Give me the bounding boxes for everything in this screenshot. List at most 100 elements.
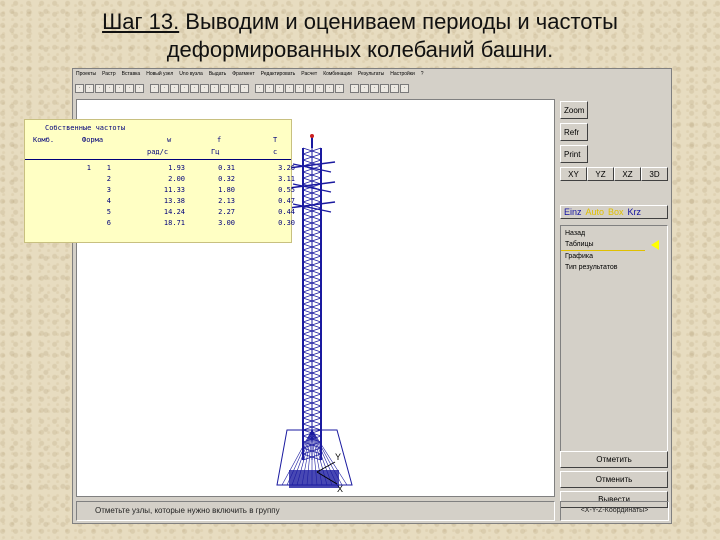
table-cell: 1 — [106, 164, 111, 172]
mode-tabs: Einz Auto Box Krz — [560, 205, 668, 219]
menu-item[interactable]: Настройки — [390, 71, 415, 77]
mode-krz[interactable]: Krz — [628, 207, 642, 217]
unit-w: рад/с — [147, 148, 169, 156]
lock-icon[interactable]: · — [350, 83, 359, 93]
select-icon[interactable]: · — [295, 83, 304, 93]
zoom-button[interactable]: Zoom — [560, 101, 588, 119]
menu-back[interactable]: Назад — [561, 228, 667, 239]
table-cell: 18.71 — [163, 219, 185, 227]
paste-icon[interactable]: · — [135, 83, 144, 93]
menu-item[interactable]: Результаты — [358, 71, 384, 77]
table-cell: 1.93 — [168, 164, 185, 172]
mode-auto[interactable]: Auto — [586, 207, 605, 217]
table-cell: 2.00 — [168, 175, 185, 183]
rotate-icon[interactable]: · — [285, 83, 294, 93]
result-menu: Назад Таблицы Графика Тип результатов — [560, 225, 668, 465]
material-icon[interactable]: · — [230, 83, 239, 93]
plate-icon[interactable]: · — [180, 83, 189, 93]
view-icon[interactable]: · — [325, 83, 334, 93]
table-cell: 14.24 — [163, 208, 185, 216]
table-row: 5 14.24 2.27 0.44 — [25, 207, 295, 217]
frequency-table: Собственные частоты Комб. Форма w f T ра… — [24, 119, 295, 243]
open-icon[interactable]: · — [85, 83, 94, 93]
table-cell: 5 — [106, 208, 111, 216]
light-icon[interactable]: · — [360, 83, 369, 93]
table-row: 4 13.38 2.13 0.47 — [25, 196, 295, 206]
view-xy-button[interactable]: XY — [560, 167, 587, 181]
grid-icon[interactable]: · — [150, 83, 159, 93]
header-w: w — [167, 136, 172, 144]
zoom-in-icon[interactable]: · — [255, 83, 264, 93]
menu-item[interactable]: ? — [421, 71, 424, 77]
load-icon[interactable]: · — [190, 83, 199, 93]
support-icon[interactable]: · — [200, 83, 209, 93]
menu-graphics[interactable]: Графика — [561, 251, 667, 262]
table-cell: 3.11 — [278, 175, 295, 183]
unmark-button[interactable]: Отменить — [560, 471, 668, 488]
menu-item[interactable]: Вставка — [122, 71, 141, 77]
save-icon[interactable]: · — [95, 83, 104, 93]
new-icon[interactable]: · — [75, 83, 84, 93]
x-axis-label: X — [337, 484, 343, 494]
view-3d-button[interactable]: 3D — [641, 167, 668, 181]
table-cell: 3.26 — [278, 164, 295, 172]
menu-bar: Проекты Растр Вставка Новый узел Uno вузла Вы… — [73, 69, 671, 80]
table-cell: 0.32 — [218, 175, 235, 183]
table-cell: 11.33 — [163, 186, 185, 194]
bar-icon[interactable]: · — [170, 83, 179, 93]
table-divider — [25, 159, 291, 160]
hinge-icon[interactable]: · — [210, 83, 219, 93]
mode-einz[interactable]: Einz — [564, 207, 582, 217]
menu-item[interactable]: Новый узел — [146, 71, 173, 77]
table-cell: 13.38 — [163, 197, 185, 205]
menu-item[interactable]: Выдать — [209, 71, 226, 77]
table-cell: 0.55 — [278, 186, 295, 194]
copy-icon[interactable]: · — [125, 83, 134, 93]
zoom-out-icon[interactable]: · — [265, 83, 274, 93]
menu-item[interactable]: Проекты — [76, 71, 96, 77]
menu-item[interactable]: Uno вузла — [179, 71, 203, 77]
menu-tables[interactable]: Таблицы — [561, 239, 659, 251]
node-icon[interactable]: · — [160, 83, 169, 93]
info-icon[interactable]: · — [335, 83, 344, 93]
menu-item[interactable]: Расчет — [301, 71, 317, 77]
table-header-row: Комб. Форма w f T — [25, 135, 291, 145]
mark-button[interactable]: Отметить — [560, 451, 668, 468]
calc-icon[interactable]: · — [240, 83, 249, 93]
unit-t: с — [273, 148, 278, 156]
table-title: Собственные частоты — [45, 124, 126, 132]
coordinate-bar: <X-Y-Z-Координаты> — [560, 501, 669, 521]
table-cell: 3 — [106, 186, 111, 194]
tower-foundation — [289, 470, 339, 488]
view-yz-button[interactable]: YZ — [587, 167, 614, 181]
header-t: T — [273, 136, 278, 144]
header-comb: Комб. — [33, 136, 55, 144]
mesh-icon[interactable]: · — [380, 83, 389, 93]
right-panel: Zoom Refr Print XY YZ XZ 3D Einz Auto Bo… — [557, 99, 671, 523]
pan-icon[interactable]: · — [275, 83, 284, 93]
table-cell: 0.44 — [278, 208, 295, 216]
mode-box[interactable]: Box — [608, 207, 624, 217]
menu-item[interactable]: Редактировать — [261, 71, 296, 77]
print-button[interactable]: Print — [560, 145, 588, 163]
refresh-button[interactable]: Refr — [560, 123, 588, 141]
table-row: 2 2.00 0.32 3.11 — [25, 174, 295, 184]
section-icon[interactable]: · — [220, 83, 229, 93]
table-cell: 2.27 — [218, 208, 235, 216]
cut-icon[interactable]: · — [115, 83, 124, 93]
menu-item[interactable]: Растр — [102, 71, 116, 77]
menu-item[interactable]: Фрагмент — [232, 71, 254, 77]
header-form: Форма — [82, 136, 104, 144]
view-xz-button[interactable]: XZ — [614, 167, 641, 181]
print-icon[interactable]: · — [105, 83, 114, 93]
slide-title-line1: Выводим и оцениваем периоды и частоты — [179, 9, 618, 34]
filter-icon[interactable]: · — [305, 83, 314, 93]
layer-icon[interactable]: · — [315, 83, 324, 93]
wire-icon[interactable]: · — [370, 83, 379, 93]
color-icon[interactable]: · — [390, 83, 399, 93]
y-axis-label: Y — [335, 452, 341, 462]
table-units-row: рад/с Гц с — [25, 147, 291, 157]
menu-item[interactable]: Комбинации — [323, 71, 352, 77]
exit-icon[interactable]: · — [400, 83, 409, 93]
menu-result-type[interactable]: Тип результатов — [561, 262, 667, 273]
